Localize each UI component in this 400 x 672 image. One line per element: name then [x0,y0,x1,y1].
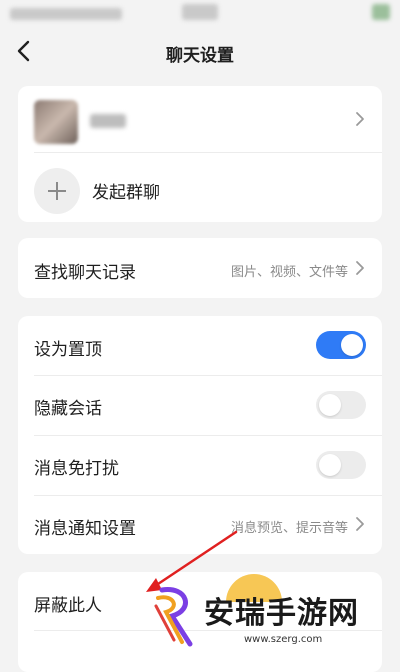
status-blur-left [10,8,122,20]
pin-chat-label: 设为置顶 [34,340,102,360]
contact-card: 发起群聊 [18,86,382,222]
create-group-label: 发起群聊 [92,183,160,203]
chevron-right-icon [356,261,364,275]
status-blur-right [372,4,390,20]
chevron-right-icon [356,517,364,531]
settings-row-hide[interactable]: 隐藏会话 [18,376,382,435]
contact-name-blurred [90,114,126,128]
toggle-knob [319,454,341,476]
create-group-row[interactable]: 发起群聊 [18,153,382,222]
settings-row-pin[interactable]: 设为置顶 [18,316,382,375]
search-history-hint: 图片、视频、文件等 [230,265,348,280]
toggle-knob [319,394,341,416]
block-contact-label: 屏蔽此人 [34,596,102,616]
settings-row-notify[interactable]: 消息通知设置 消息预览、提示音等 [18,496,382,554]
plus-icon [48,182,66,200]
watermark-url: www.szerg.com [244,634,323,645]
notification-settings-hint: 消息预览、提示音等 [230,521,348,536]
chevron-right-icon [356,112,364,126]
settings-row-mute[interactable]: 消息免打扰 [18,436,382,495]
hide-chat-toggle[interactable] [316,391,366,419]
watermark-text: 安瑞手游网 [204,596,359,631]
contact-row[interactable] [18,86,382,152]
toggle-knob [341,334,363,356]
status-blur-center [182,4,218,20]
status-bar [0,0,400,30]
nav-header: 聊天设置 [0,30,400,74]
watermark-logo-icon [154,587,193,647]
search-history-label: 查找聊天记录 [34,263,136,283]
search-history-card[interactable]: 查找聊天记录 图片、视频、文件等 [18,238,382,298]
settings-card: 设为置顶 隐藏会话 消息免打扰 消息通知设置 消息预览、提示音等 [18,316,382,554]
notification-settings-label: 消息通知设置 [34,519,136,539]
add-group-button[interactable] [34,168,80,214]
watermark: 安瑞手游网 www.szerg.com [150,580,400,654]
mute-toggle[interactable] [316,451,366,479]
hide-chat-label: 隐藏会话 [34,399,102,419]
pin-chat-toggle[interactable] [316,331,366,359]
mute-label: 消息免打扰 [34,459,119,479]
avatar[interactable] [34,100,78,144]
page-title: 聊天设置 [166,46,234,66]
